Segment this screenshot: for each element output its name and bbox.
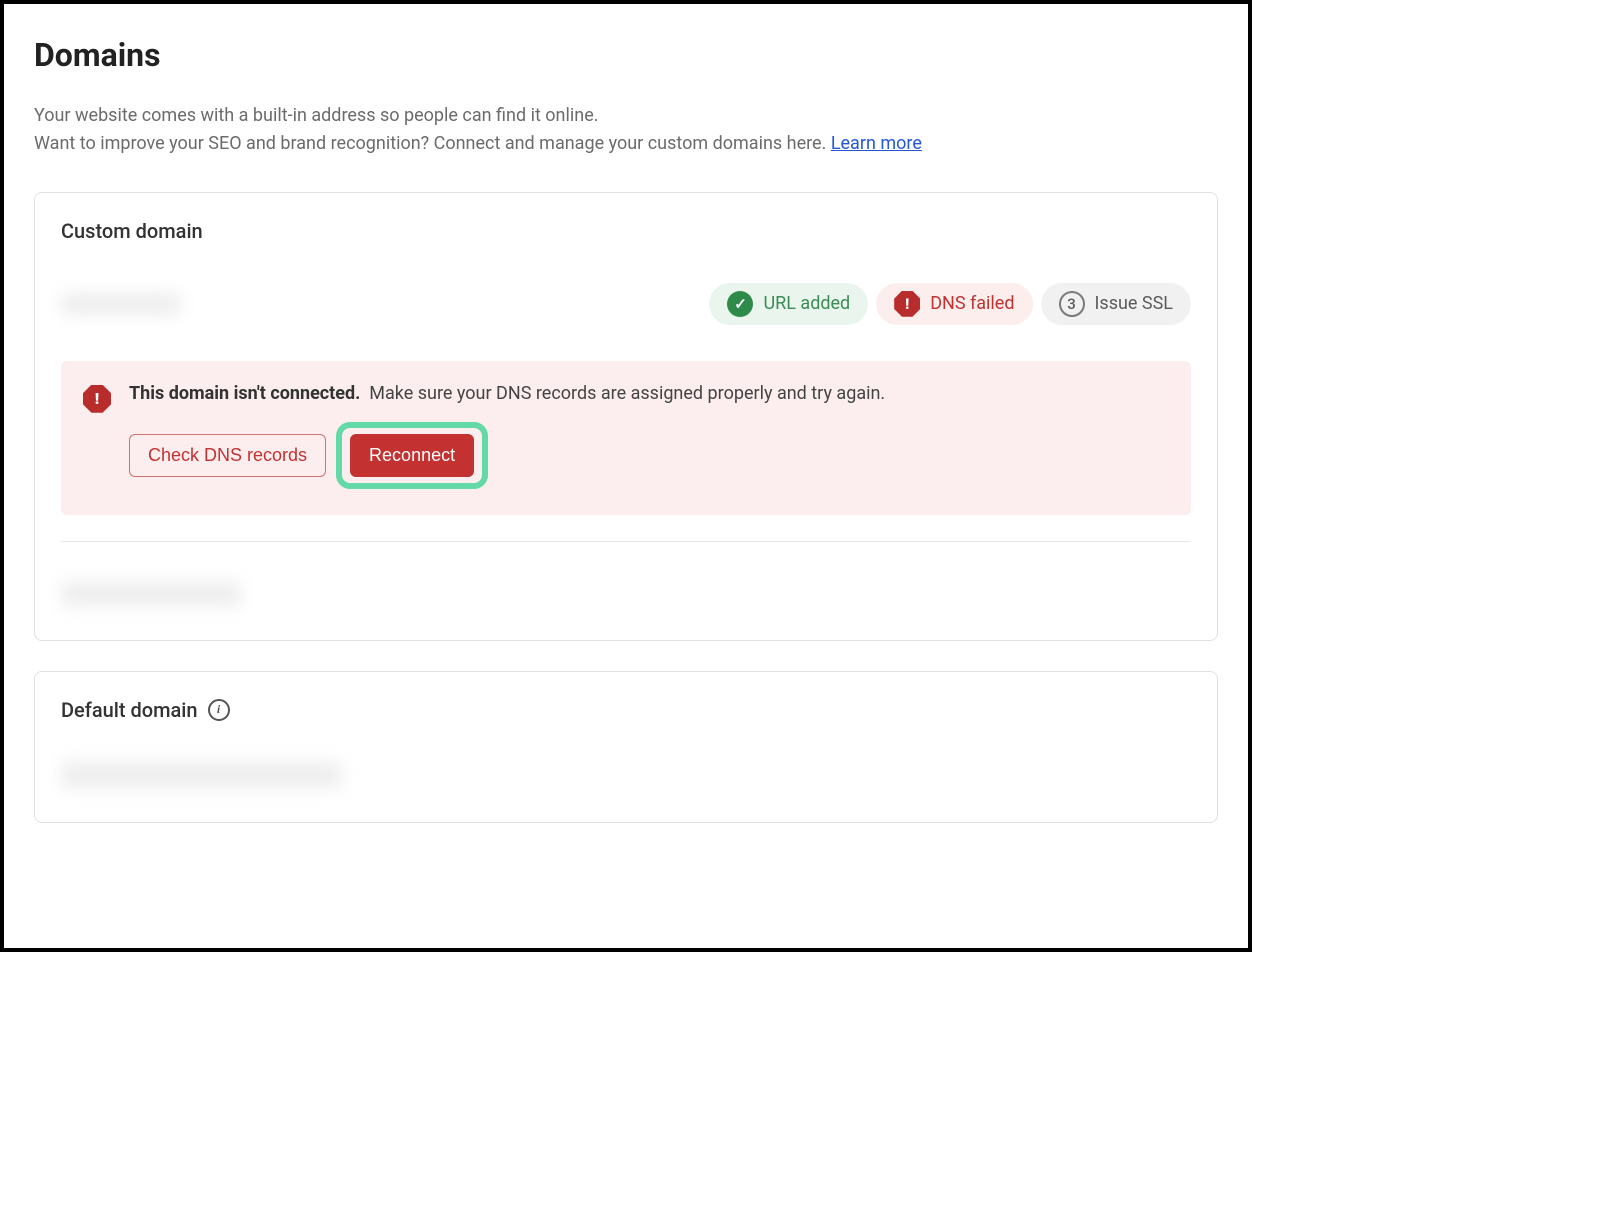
intro-line2: Want to improve your SEO and brand recog… <box>34 130 1218 158</box>
status-dns-failed-label: DNS failed <box>930 293 1014 314</box>
reconnect-button[interactable]: Reconnect <box>350 434 474 477</box>
intro-text: Your website comes with a built-in addre… <box>34 102 1218 158</box>
alert-error-icon: ! <box>83 385 111 413</box>
reconnect-highlight: Reconnect <box>336 422 488 489</box>
alert-text: This domain isn't connected. Make sure y… <box>129 383 1167 404</box>
intro-line2-prefix: Want to improve your SEO and brand recog… <box>34 133 831 154</box>
alert-headline: This domain isn't connected. <box>129 383 360 404</box>
status-dns-failed: ! DNS failed <box>876 283 1032 325</box>
custom-domain-title: Custom domain <box>61 219 1191 243</box>
error-icon: ! <box>894 291 920 317</box>
info-icon[interactable]: i <box>208 699 230 721</box>
custom-domain-secondary-redacted <box>61 582 241 606</box>
check-dns-button[interactable]: Check DNS records <box>129 434 326 477</box>
default-domain-card: Default domain i <box>34 671 1218 823</box>
alert-body-text: Make sure your DNS records are assigned … <box>369 383 885 404</box>
default-domain-title: Default domain i <box>61 698 1191 722</box>
status-issue-ssl-label: Issue SSL <box>1095 293 1173 314</box>
step-number-icon: 3 <box>1059 291 1085 317</box>
status-issue-ssl: 3 Issue SSL <box>1041 283 1191 325</box>
learn-more-link[interactable]: Learn more <box>831 133 922 154</box>
status-pills: ✓ URL added ! DNS failed 3 Issue SSL <box>709 283 1191 325</box>
intro-line1: Your website comes with a built-in addre… <box>34 102 1218 130</box>
page-title: Domains <box>34 36 1218 74</box>
custom-domain-name-redacted <box>61 293 181 315</box>
custom-domain-card: Custom domain ✓ URL added ! DNS failed 3… <box>34 192 1218 641</box>
default-domain-value-redacted <box>61 762 341 788</box>
check-icon: ✓ <box>727 291 753 317</box>
default-domain-title-text: Default domain <box>61 698 198 722</box>
status-url-added: ✓ URL added <box>709 283 868 325</box>
divider <box>61 541 1191 542</box>
status-url-added-label: URL added <box>763 293 850 314</box>
dns-alert: ! This domain isn't connected. Make sure… <box>61 361 1191 515</box>
custom-domain-row: ✓ URL added ! DNS failed 3 Issue SSL <box>61 283 1191 325</box>
